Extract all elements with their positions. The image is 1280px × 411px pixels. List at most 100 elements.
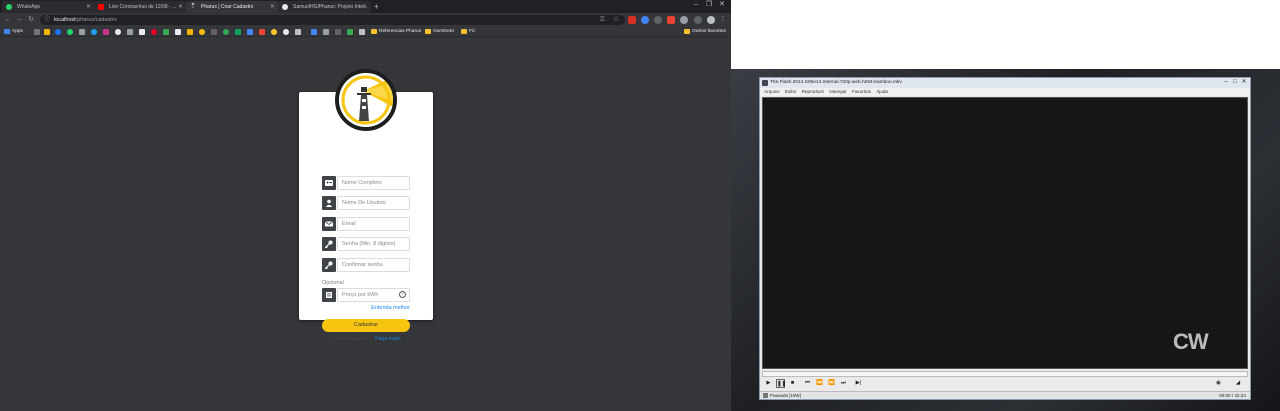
bookmark-icon[interactable] [115, 29, 121, 35]
bookmark-icon[interactable] [44, 29, 50, 35]
bookmark-icon[interactable] [295, 29, 301, 35]
playback-time: 00:00 / 42:24 [1219, 393, 1246, 398]
seek-bar[interactable] [762, 371, 1248, 377]
bookmark-icon[interactable] [199, 29, 205, 35]
address-bar[interactable]: ⓘ localhost/pharus/cadastro [40, 15, 625, 25]
speaker-icon[interactable]: ◉ [1214, 379, 1223, 388]
email-input[interactable] [337, 217, 410, 231]
bookmark-icon[interactable] [127, 29, 133, 35]
twitter-icon[interactable] [91, 29, 97, 35]
url-text: localhost/pharus/cadastro [54, 15, 117, 25]
close-icon[interactable]: ✕ [270, 1, 275, 13]
close-icon[interactable]: ✕ [362, 1, 367, 13]
key-icon [322, 237, 336, 251]
url-host: localhost [54, 17, 76, 23]
bookmark-icon[interactable] [223, 29, 229, 35]
bookmark-folder-fc[interactable]: FC [461, 27, 475, 37]
menu-navegar[interactable]: Navegar [829, 89, 846, 94]
bookmark-icon[interactable] [259, 29, 265, 35]
next-icon[interactable]: ⏭ [839, 379, 848, 388]
register-button[interactable]: Cadastrar [322, 319, 410, 332]
pinterest-icon[interactable] [151, 29, 157, 35]
confirm-password-input[interactable] [337, 258, 410, 272]
close-icon[interactable]: ✕ [178, 1, 183, 13]
tab-github[interactable]: SamuelHG/Pharus: Projeto Inte... ✕ [278, 1, 371, 13]
maximize-button[interactable]: □ [1231, 79, 1239, 86]
play-icon[interactable]: ▶ [764, 379, 773, 388]
extension-icon[interactable] [680, 16, 688, 24]
bookmark-icon[interactable] [79, 29, 85, 35]
menu-ajuda[interactable]: Ajuda [876, 89, 888, 94]
rewind-icon[interactable]: ⏪ [815, 379, 824, 388]
folder-icon [371, 29, 377, 34]
minimize-button[interactable]: – [1222, 79, 1230, 86]
maximize-button[interactable]: ❐ [703, 0, 715, 10]
tab-whatsapp[interactable]: WhatsApp ✕ [2, 1, 95, 13]
star-icon[interactable]: ☆ [613, 16, 621, 24]
menu-arquivo[interactable]: Arquivo [764, 89, 780, 94]
info-icon[interactable]: ⓘ [44, 16, 52, 24]
stop-icon[interactable]: ■ [788, 379, 797, 388]
instagram-icon[interactable] [103, 29, 109, 35]
extension-icon[interactable] [667, 16, 675, 24]
bookmark-folder-ourstreet[interactable]: OurStreet [425, 27, 454, 37]
facebook-icon[interactable] [55, 29, 61, 35]
bookmark-icon[interactable] [311, 29, 317, 35]
url-path: /pharus/cadastro [75, 17, 117, 23]
bookmark-icon[interactable] [187, 29, 193, 35]
close-icon[interactable]: ✕ [86, 1, 91, 13]
pause-icon[interactable]: ❚❚ [776, 379, 786, 388]
help-icon[interactable]: ? [399, 291, 406, 298]
minimize-button[interactable]: – [690, 0, 702, 10]
bookmark-folder-referencias[interactable]: Referencias Pharus [371, 27, 421, 37]
menu-exibir[interactable]: Exibir [785, 89, 797, 94]
new-tab-button[interactable]: + [372, 2, 381, 11]
bookmark-icon[interactable] [283, 29, 289, 35]
menu-favoritos[interactable]: Favoritos [852, 89, 871, 94]
volume-slider[interactable]: ◢ [1230, 379, 1246, 388]
whatsapp-icon[interactable] [67, 29, 73, 35]
username-field [322, 196, 410, 210]
menu-icon[interactable]: ⋮ [719, 16, 727, 24]
close-window-button[interactable]: ✕ [716, 0, 728, 10]
video-area[interactable]: CW [762, 97, 1248, 369]
bookmark-icon[interactable] [211, 29, 217, 35]
bookmark-icon[interactable] [271, 29, 277, 35]
full-name-input[interactable] [337, 176, 410, 190]
bookmark-icon[interactable] [359, 29, 365, 35]
learn-more-link[interactable]: Entenda melhor [364, 305, 410, 311]
password-input[interactable] [337, 237, 410, 251]
fast-forward-icon[interactable]: ⏩ [827, 379, 836, 388]
extension-icon[interactable] [628, 16, 636, 24]
bookmark-icon[interactable] [323, 29, 329, 35]
menu-reproduzir[interactable]: Reproduzir [802, 89, 824, 94]
extension-icon[interactable] [641, 16, 649, 24]
full-name-field [322, 176, 410, 190]
bookmark-icon[interactable] [34, 29, 40, 35]
bookmark-icon[interactable] [163, 29, 169, 35]
login-link[interactable]: Faça login [375, 336, 400, 342]
forward-button[interactable]: → [14, 15, 24, 25]
frame-step-icon[interactable]: ▶| [854, 379, 863, 388]
bill-icon [322, 288, 336, 302]
tab-youtube[interactable]: Live Coronavírus de 12/08 - ... ✕ [94, 1, 187, 13]
bookmark-icon[interactable] [235, 29, 241, 35]
username-input[interactable] [337, 196, 410, 210]
bookmark-apps[interactable]: Apps [4, 27, 23, 37]
bookmark-icon[interactable] [139, 29, 145, 35]
bookmark-icon[interactable] [335, 29, 341, 35]
tab-pharus[interactable]: ⇡ Pharus | Criar Cadastro ✕ [186, 1, 279, 13]
bookmark-icon[interactable] [347, 29, 353, 35]
close-window-button[interactable]: ✕ [1240, 79, 1248, 86]
bookmark-icon[interactable] [175, 29, 181, 35]
key-icon[interactable]: ⚿ [600, 16, 608, 24]
bookmark-folder-other[interactable]: Outros favoritos [684, 27, 726, 37]
extension-icon[interactable] [694, 16, 702, 24]
back-button[interactable]: ← [3, 15, 13, 25]
avatar[interactable] [707, 16, 715, 24]
bookmarks-bar: Apps Referencias Pharus OurStreet FC Out… [0, 27, 731, 37]
extension-icon[interactable] [654, 16, 662, 24]
reload-button[interactable]: ↻ [26, 15, 36, 25]
previous-icon[interactable]: ⏮ [803, 379, 812, 388]
bookmark-icon[interactable] [247, 29, 253, 35]
